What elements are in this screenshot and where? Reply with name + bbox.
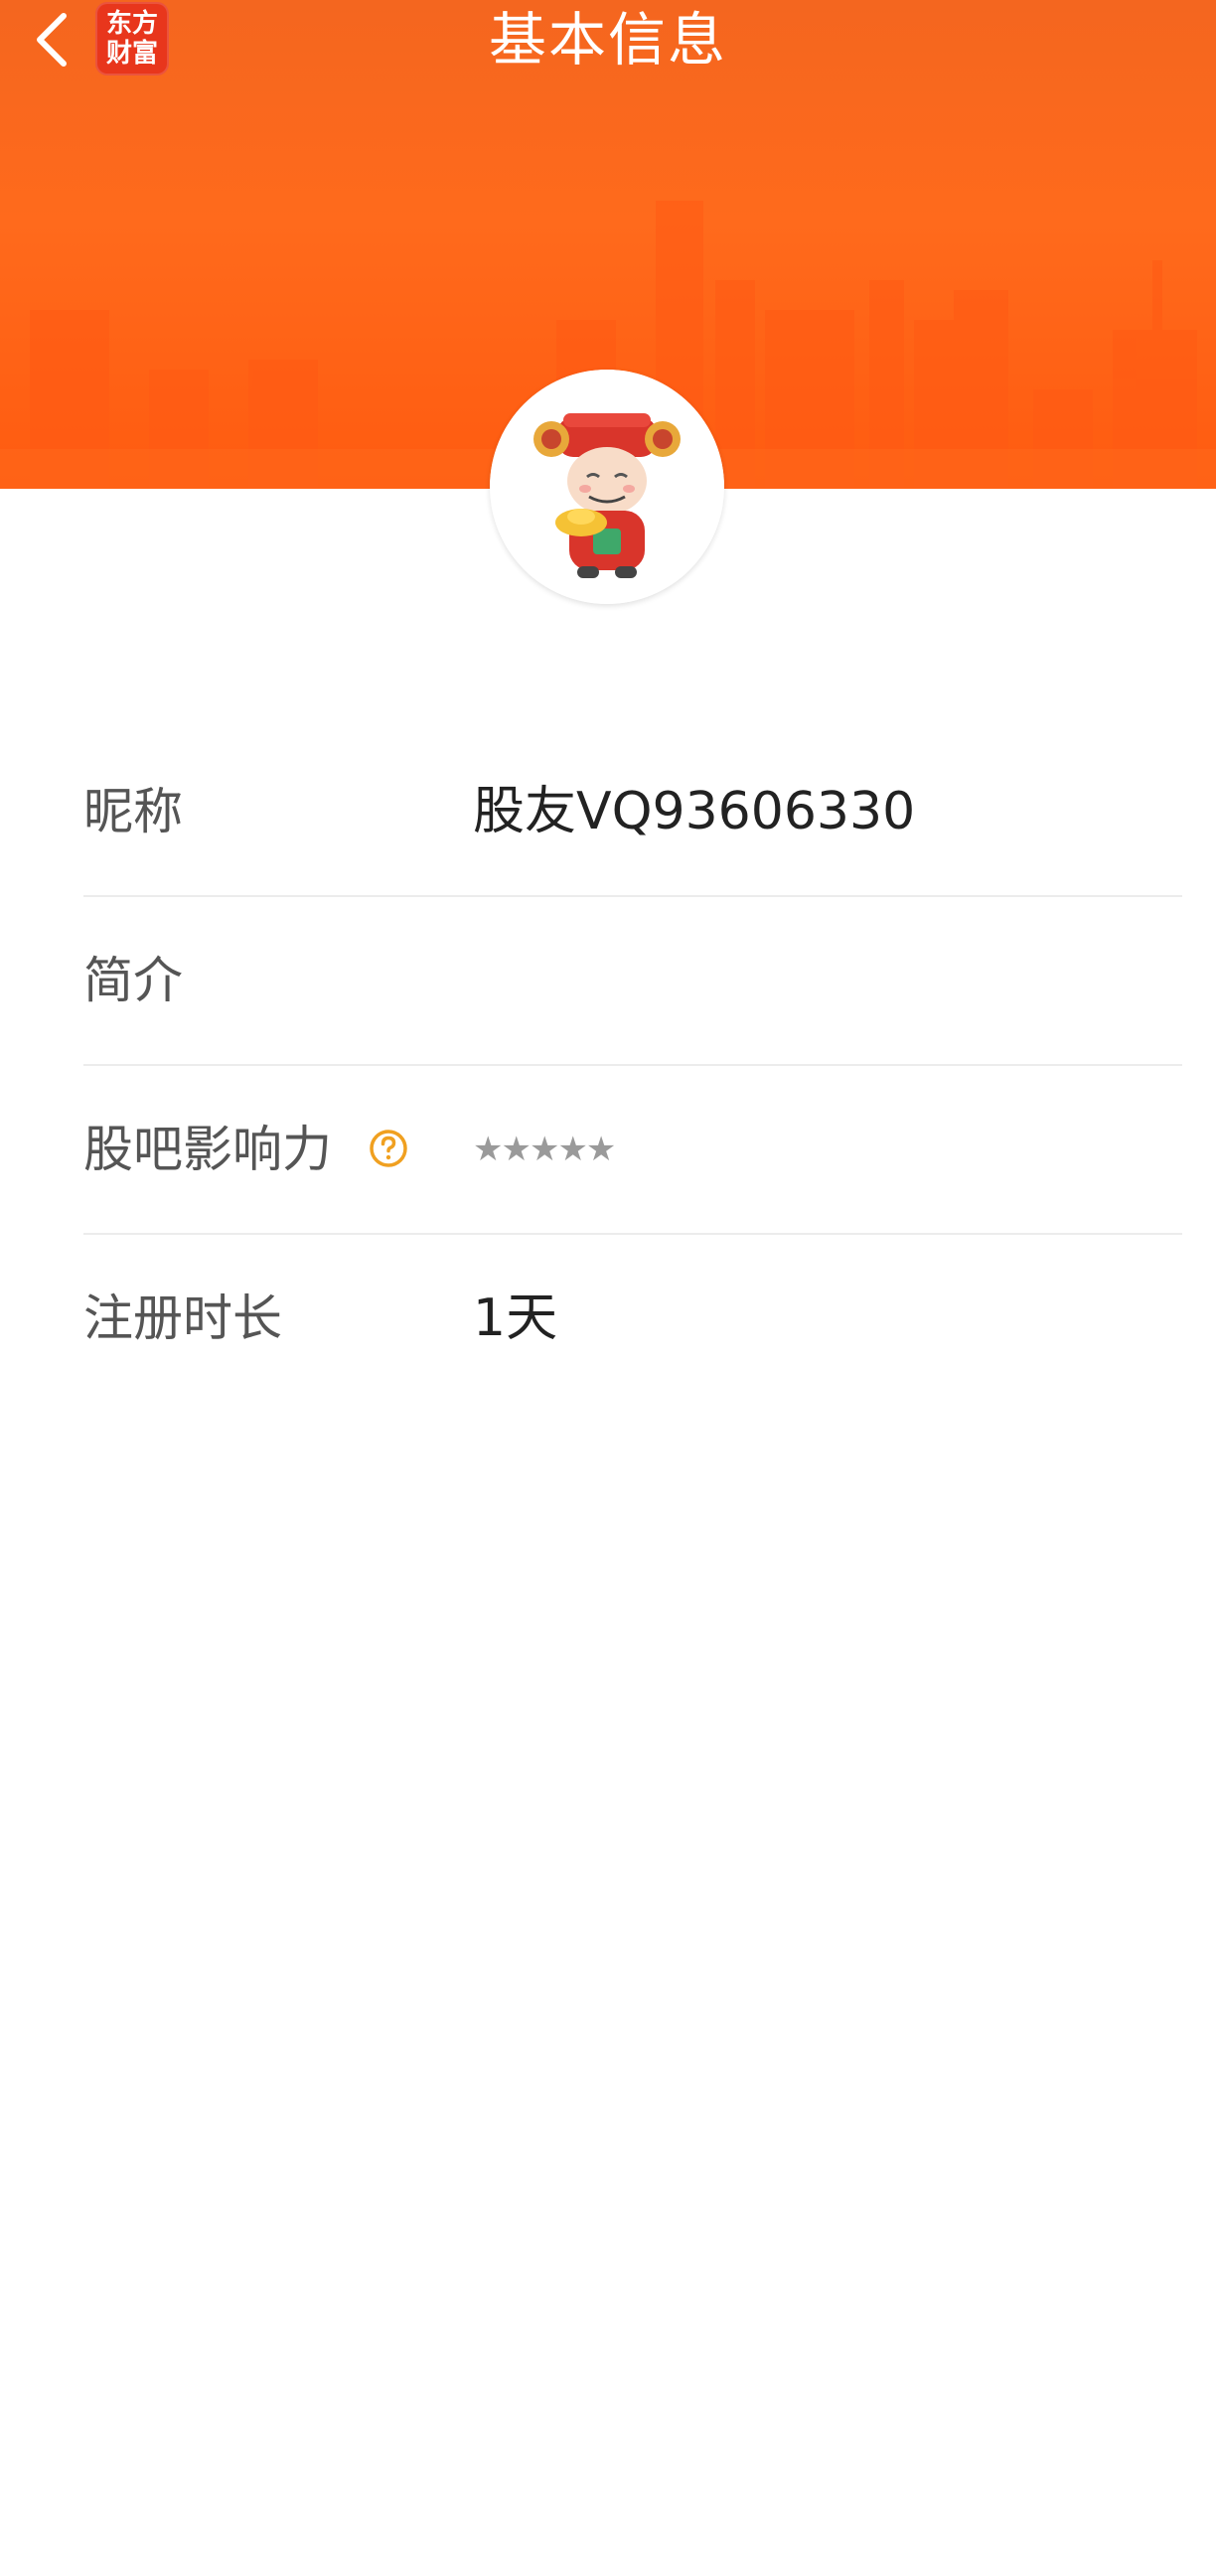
god-of-wealth-avatar-icon <box>490 370 724 604</box>
page-title: 基本信息 <box>488 6 727 74</box>
profile-info-list: 昵称 股友VQ93606330 简介 股吧影响力 ★★★★★ 注册时长 1天 <box>83 728 1182 1402</box>
info-row-nickname[interactable]: 昵称 股友VQ93606330 <box>83 728 1182 897</box>
influence-star-rating: ★★★★★ <box>473 1130 616 1169</box>
avatar[interactable] <box>490 370 724 604</box>
info-row-intro[interactable]: 简介 <box>83 897 1182 1066</box>
intro-label: 简介 <box>83 952 183 1009</box>
register-label: 注册时长 <box>83 1289 282 1347</box>
nickname-label: 昵称 <box>83 783 183 840</box>
influence-label: 股吧影响力 <box>83 1121 332 1178</box>
info-row-influence: 股吧影响力 ★★★★★ <box>83 1066 1182 1235</box>
register-value: 1天 <box>473 1288 558 1348</box>
question-circle-icon[interactable] <box>369 1129 408 1168</box>
nickname-value: 股友VQ93606330 <box>473 782 916 841</box>
info-row-register: 注册时长 1天 <box>83 1235 1182 1402</box>
